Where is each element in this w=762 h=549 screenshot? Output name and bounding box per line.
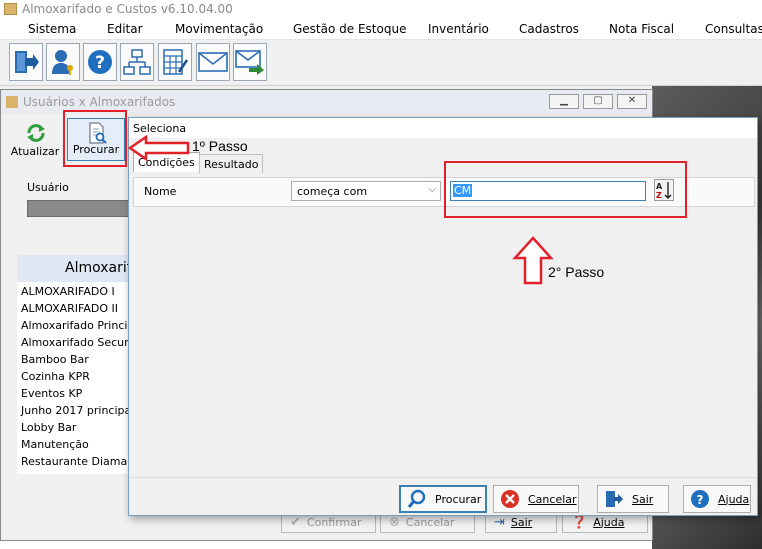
operator-select[interactable]: começa com ⌵ — [291, 181, 441, 201]
app-title-bar: Almoxarifado e Custos v6.10.04.00 — [0, 0, 762, 18]
window-logo-icon — [6, 96, 18, 108]
mail-send-icon — [235, 50, 264, 75]
refresh-icon — [27, 124, 45, 142]
toolbar-mail-send-button[interactable] — [233, 43, 267, 81]
operator-value: começa com — [297, 185, 368, 198]
list-item[interactable]: ALMOXARIFADO II — [21, 302, 118, 315]
dialog-cancel-label: Cancelar — [528, 492, 577, 506]
select-dialog-title: Seleciona — [129, 118, 757, 138]
list-item[interactable]: Bamboo Bar — [21, 353, 89, 366]
step2-annotation: 2° Passo — [548, 264, 605, 280]
dialog-cancel-button[interactable]: Cancelar — [493, 485, 579, 513]
list-item[interactable]: Almoxarifado Secundário — [21, 336, 137, 349]
exit-door-icon: ⇥ — [494, 514, 505, 530]
warehouse-column-header[interactable]: Almoxarifado — [17, 255, 137, 282]
toolbar: ? — [0, 40, 762, 86]
dialog-exit-label: Sair — [632, 492, 654, 506]
list-item[interactable]: Almoxarifado Principal — [21, 319, 137, 332]
cancel-circle-icon: ⊗ — [389, 514, 400, 530]
diagram-icon — [123, 49, 151, 75]
exit-door-icon — [606, 491, 623, 507]
list-item[interactable]: Eventos KP — [21, 387, 82, 400]
list-item[interactable]: ALMOXARIFADO I — [21, 285, 115, 298]
toolbar-calculator-button[interactable] — [158, 43, 192, 81]
menu-movimentacao[interactable]: Movimentação — [175, 22, 263, 36]
close-button[interactable]: ✕ — [617, 94, 647, 109]
step2-highlight-box — [444, 161, 687, 218]
toolbar-help-button[interactable]: ? — [83, 43, 117, 81]
menu-editar[interactable]: Editar — [107, 22, 143, 36]
magnifier-icon — [407, 489, 426, 508]
maximize-button[interactable]: ▢ — [583, 94, 613, 109]
user-field-label: Usuário — [27, 181, 69, 194]
dialog-exit-button[interactable]: Sair — [597, 485, 669, 513]
close-icon: ✕ — [627, 95, 637, 106]
dialog-help-label: Ajuda — [718, 492, 750, 506]
name-field-label: Nome — [144, 185, 177, 198]
maximize-icon: ▢ — [593, 95, 603, 106]
toolbar-users-button[interactable] — [46, 43, 80, 81]
dialog-search-button[interactable]: Procurar — [399, 485, 487, 513]
step1-highlight-box — [63, 110, 127, 167]
tab-results[interactable]: Resultado — [199, 154, 264, 173]
refresh-label: Atualizar — [10, 145, 60, 158]
menu-nota-fiscal[interactable]: Nota Fiscal — [609, 22, 674, 36]
help-label: Ajuda — [593, 515, 625, 529]
dialog-help-button[interactable]: ? Ajuda — [683, 485, 751, 513]
dialog-search-label: Procurar — [435, 492, 482, 506]
list-item[interactable]: Lobby Bar — [21, 421, 76, 434]
help-icon: ? — [691, 490, 709, 508]
cancel-x-icon — [501, 490, 519, 508]
cancel-label: Cancelar — [405, 515, 455, 529]
app-title: Almoxarifado e Custos v6.10.04.00 — [22, 2, 233, 16]
step1-annotation: 1º Passo — [192, 138, 248, 154]
menu-cadastros[interactable]: Cadastros — [519, 22, 579, 36]
menu-gestao-estoque[interactable]: Gestão de Estoque — [293, 22, 406, 36]
step1-arrow-icon — [128, 135, 190, 161]
confirm-label: Confirmar — [306, 515, 362, 529]
menu-inventario[interactable]: Inventário — [428, 22, 489, 36]
user-combobox[interactable] — [27, 200, 137, 217]
users-icon — [52, 50, 73, 75]
svg-text:?: ? — [697, 493, 704, 507]
help-icon: ? — [88, 50, 112, 74]
calculator-icon — [163, 49, 189, 75]
minimize-button[interactable]: ▁ — [549, 94, 579, 109]
mail-icon — [198, 52, 228, 72]
list-item[interactable]: Cozinha KPR — [21, 370, 90, 383]
menu-consultas[interactable]: Consultas — [705, 22, 762, 36]
toolbar-mail-button[interactable] — [196, 43, 230, 81]
menu-bar: Sistema Editar Movimentação Gestão de Es… — [0, 18, 762, 40]
users-warehouses-title: Usuários x Almoxarifados — [23, 95, 176, 109]
warehouse-list[interactable]: ALMOXARIFADO I ALMOXARIFADO II Almoxarif… — [17, 282, 137, 474]
list-item[interactable]: Junho 2017 principal — [21, 404, 134, 417]
help-circle-icon: ❓ — [571, 514, 588, 530]
check-icon: ✔ — [290, 514, 301, 530]
exit-icon — [15, 51, 39, 73]
toolbar-diagram-button[interactable] — [120, 43, 154, 81]
app-logo-icon — [4, 3, 17, 15]
minimize-icon: ▁ — [560, 95, 568, 106]
menu-sistema[interactable]: Sistema — [28, 22, 76, 36]
list-item[interactable]: Restaurante Diamante — [21, 455, 137, 468]
chevron-down-icon: ⌵ — [428, 184, 436, 195]
dialog-footer: Procurar Cancelar Sair ? Ajuda — [129, 477, 757, 515]
refresh-button[interactable]: Atualizar — [7, 120, 63, 160]
exit-label: Sair — [510, 515, 533, 529]
list-item[interactable]: Manutenção — [21, 438, 89, 451]
toolbar-exit-button[interactable] — [9, 43, 43, 81]
svg-text:?: ? — [95, 53, 105, 73]
